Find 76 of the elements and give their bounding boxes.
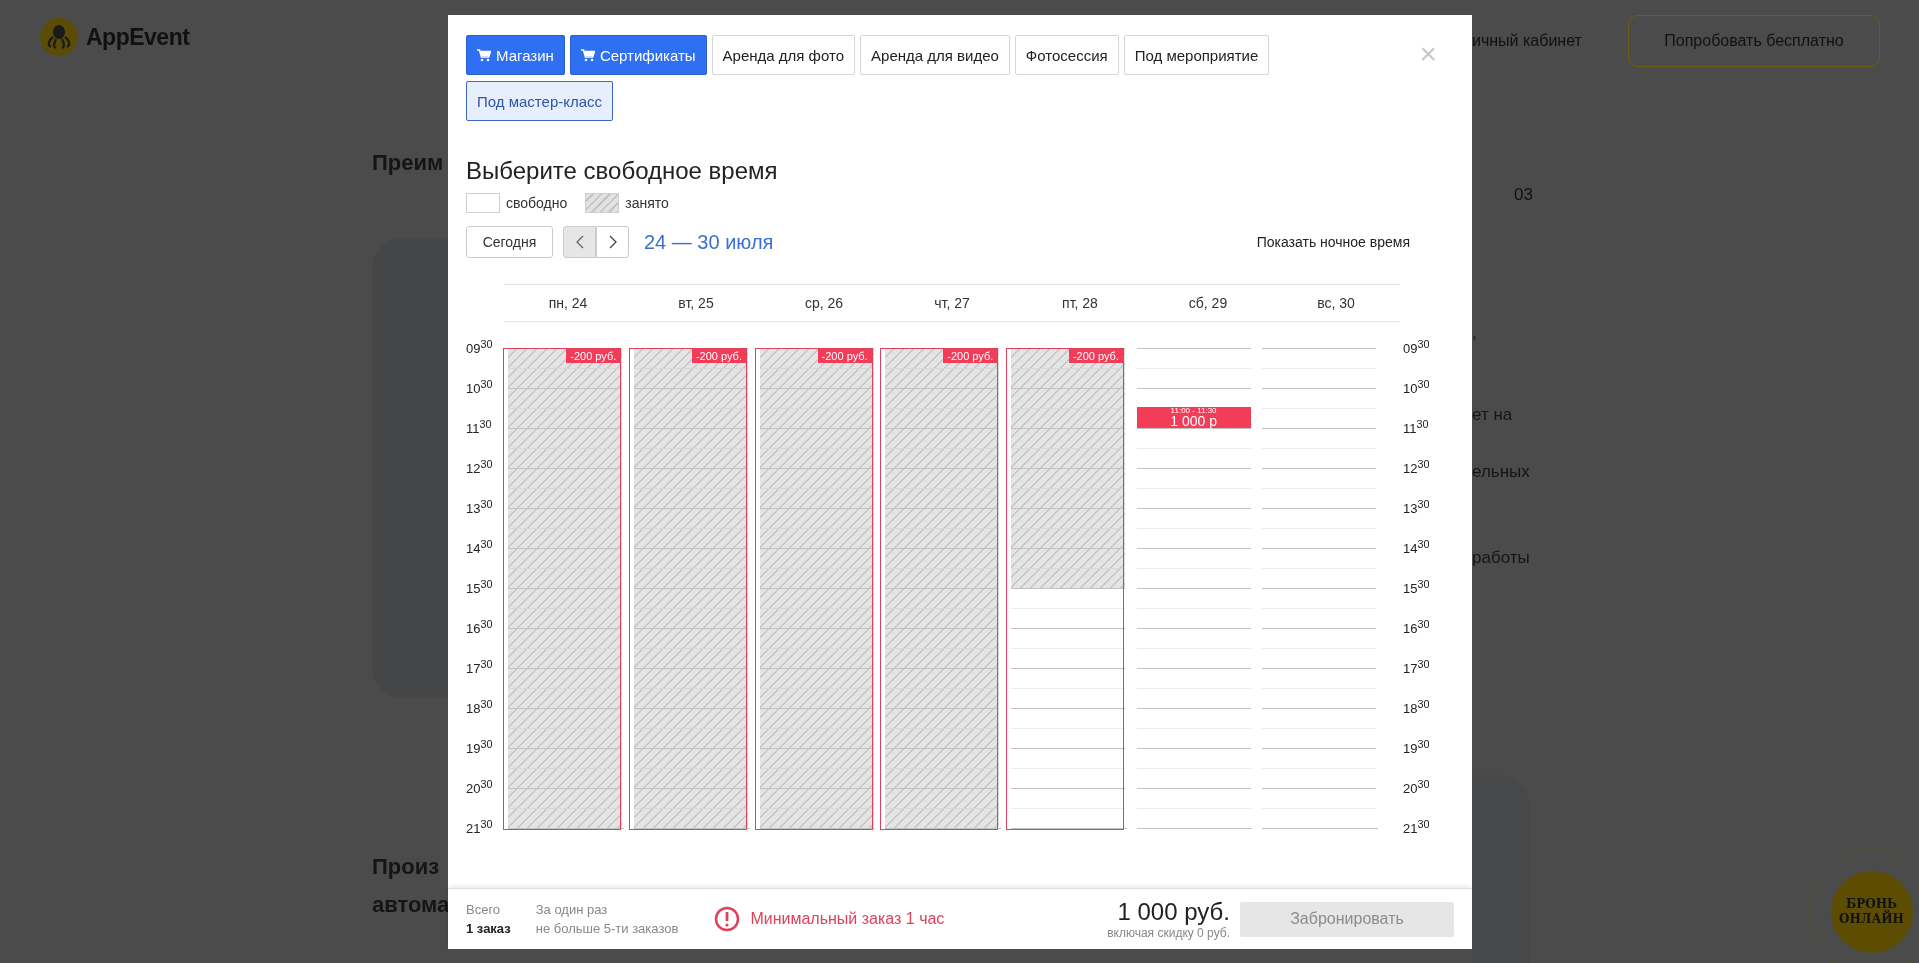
discount-badge: -200 руб. xyxy=(943,349,998,363)
total-label: Всего xyxy=(466,902,502,917)
category-tab[interactable]: Фотосессия xyxy=(1014,35,1119,75)
time-label: 20$^{30}$ xyxy=(466,781,493,797)
category-tab[interactable]: Под мероприятие xyxy=(1123,35,1270,75)
time-label: 19$^{30}$ xyxy=(466,741,493,757)
category-tab[interactable]: Магазин xyxy=(466,35,565,75)
booking-block[interactable]: 11:00 - 11:30 1 000 р xyxy=(1136,407,1251,428)
time-label: 12$^{30}$ xyxy=(1402,461,1430,477)
time-label: 18$^{30}$ xyxy=(1402,701,1430,717)
time-label: 17$^{30}$ xyxy=(1402,661,1430,677)
discount-badge: -200 руб. xyxy=(817,349,872,363)
time-label: 09$^{30}$ xyxy=(1402,341,1430,357)
legend-label: свободно xyxy=(506,195,568,211)
day-header: вт, 25 xyxy=(677,294,715,313)
day-header: сб, 29 xyxy=(1187,294,1229,313)
alert-icon xyxy=(714,906,741,932)
time-label: 09$^{30}$ xyxy=(466,341,493,357)
total-value: 1 заказ xyxy=(466,921,511,936)
time-label: 12$^{30}$ xyxy=(466,461,493,477)
day-header: пт, 28 xyxy=(1061,294,1099,313)
category-tab[interactable]: Сертификаты xyxy=(569,35,707,75)
night-time-toggle[interactable]: Показать ночное время xyxy=(1250,233,1416,251)
time-label: 17$^{30}$ xyxy=(466,661,493,677)
time-label: 14$^{30}$ xyxy=(1402,541,1430,557)
booking-price: 1 000 р xyxy=(1170,415,1217,428)
time-label: 10$^{30}$ xyxy=(466,381,493,397)
limit-label: За один раз xyxy=(535,902,609,917)
legend-label: занято xyxy=(625,195,669,211)
chevron-left-icon xyxy=(575,235,584,249)
category-tab[interactable]: Аренда для видео xyxy=(860,35,1010,75)
text-fragment: , xyxy=(1472,323,1478,343)
day-header: ср, 26 xyxy=(803,294,845,313)
total-price: 1 000 руб. xyxy=(1117,898,1230,926)
discount-badge: -200 руб. xyxy=(1068,349,1123,363)
booking-time: 11:00 - 11:30 xyxy=(1170,407,1217,415)
chevron-right-icon xyxy=(608,235,617,249)
hatched-swatch-icon xyxy=(585,193,620,213)
time-label: 20$^{30}$ xyxy=(1402,781,1430,797)
day-header: вс, 30 xyxy=(1316,294,1356,313)
time-label: 15$^{30}$ xyxy=(1402,581,1430,597)
time-label: 11$^{30}$ xyxy=(1402,421,1429,437)
slide-counter: 03 xyxy=(1514,185,1534,205)
time-label: 21$^{30}$ xyxy=(1402,821,1430,837)
discount-badge: -200 руб. xyxy=(566,349,621,363)
day-header: пн, 24 xyxy=(547,294,589,313)
category-tab[interactable]: Под мастер-класс xyxy=(466,81,614,121)
free-slot[interactable]: 11:00 - 11:30 1 000 р xyxy=(1136,388,1251,428)
time-label: 14$^{30}$ xyxy=(466,541,493,557)
time-label: 19$^{30}$ xyxy=(1402,741,1430,757)
category-tab[interactable]: Аренда для фото xyxy=(711,35,856,75)
date-range: 24 — 30 июля xyxy=(644,230,774,254)
next-week-button[interactable] xyxy=(596,226,629,258)
time-label: 15$^{30}$ xyxy=(466,581,493,597)
dialog-title: Выберите свободное время xyxy=(466,157,779,185)
time-label: 18$^{30}$ xyxy=(466,701,493,717)
book-online-button[interactable]: БРОНЬ ОНЛАЙН xyxy=(1830,870,1913,953)
previous-week-button[interactable] xyxy=(563,226,596,258)
discount-note: включая скидку 0 руб. xyxy=(1107,926,1230,940)
discount-badge: -200 руб. xyxy=(691,349,746,363)
time-label: 11$^{30}$ xyxy=(466,421,492,437)
empty-swatch-icon xyxy=(466,193,500,213)
logo-text: AppEvent xyxy=(86,23,190,51)
time-label: 21$^{30}$ xyxy=(466,821,493,837)
limit-value: не больше 5-ти заказов xyxy=(535,921,679,936)
time-label: 13$^{30}$ xyxy=(466,501,493,517)
time-label: 10$^{30}$ xyxy=(1402,381,1430,397)
today-button[interactable]: Сегодня xyxy=(466,226,553,258)
time-label: 13$^{30}$ xyxy=(1402,501,1430,517)
warning-message: Минимальный заказ 1 час xyxy=(750,910,945,928)
cart-icon xyxy=(580,48,595,62)
cart-icon xyxy=(477,48,491,62)
time-label: 16$^{30}$ xyxy=(1402,621,1430,637)
day-header: чт, 27 xyxy=(933,294,971,313)
time-label: 16$^{30}$ xyxy=(466,621,493,637)
octopus-logo-icon xyxy=(40,18,78,56)
